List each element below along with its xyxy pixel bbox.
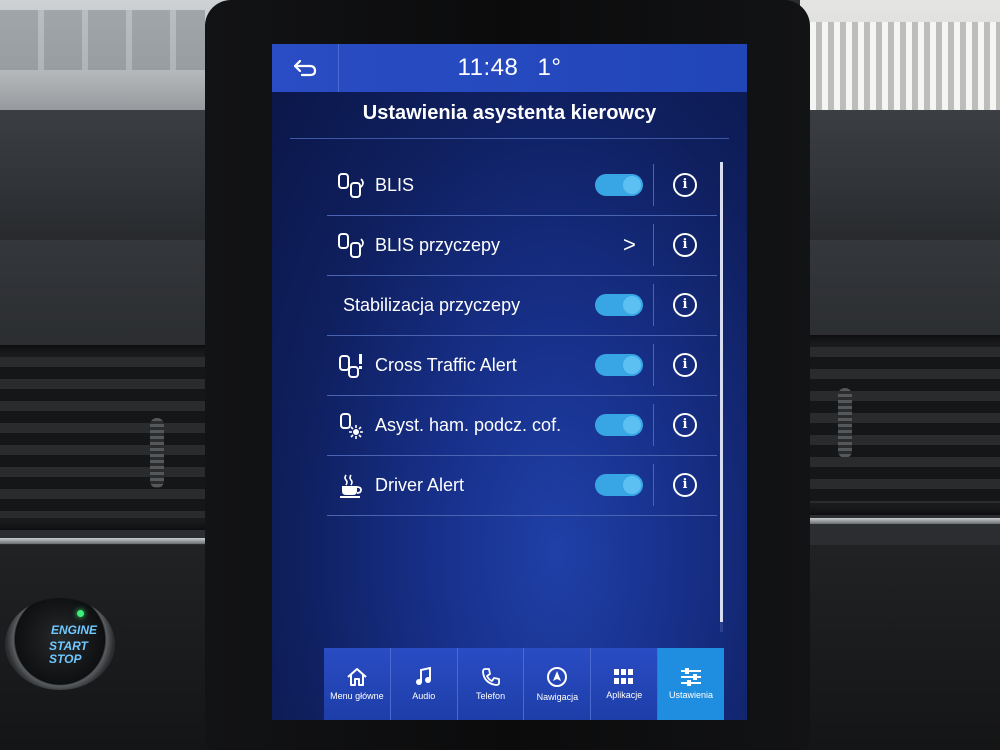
row-divider [653,284,654,326]
window-view-right [800,0,1000,118]
nav-settings[interactable]: Ustawienia [658,648,724,720]
engine-label: ENGINE [51,623,98,637]
stop-label: STOP [49,652,82,666]
chevron-right-icon[interactable]: > [623,232,636,258]
status-bar: 11:48 1° [272,44,747,92]
info-icon[interactable]: i [673,173,697,197]
nav-navigation[interactable]: Nawigacja [524,648,592,720]
air-vent-right [790,335,1000,515]
vent-wheel-right [838,388,852,458]
settings-list: BLIS i BLIS przyczepy > i Stabilizacja p… [327,156,717,516]
row-divider [653,464,654,506]
setting-label: Stabilizacja przyczepy [343,295,521,315]
blis-toggle[interactable] [595,174,643,196]
page-title: Ustawienia asystenta kierowcy [362,102,657,124]
setting-label: Driver Alert [375,475,465,495]
setting-row-trailer-stability[interactable]: Stabilizacja przyczepy i [327,276,717,336]
setting-label: Cross Traffic Alert [375,355,517,375]
cross-traffic-toggle[interactable] [595,354,643,376]
phone-icon [481,668,500,686]
trailer-stability-toggle[interactable] [595,294,643,316]
window-view-left [0,0,230,120]
vent-wheel-left [150,418,164,488]
setting-row-cross-traffic[interactable]: Cross Traffic Alert i [327,336,717,396]
driver-alert-toggle[interactable] [595,474,643,496]
bottom-nav: Menu główne Audio Telefon Nawigacja Apli… [324,648,724,720]
setting-label: Asyst. ham. podcz. cof. [375,415,562,435]
setting-row-blis[interactable]: BLIS i [327,156,717,216]
reverse-brake-toggle[interactable] [595,414,643,436]
info-icon[interactable]: i [673,293,697,317]
info-icon[interactable]: i [673,413,697,437]
nav-label: Audio [412,691,436,701]
apps-grid-icon [614,669,634,684]
coffee-cup-icon [335,471,369,501]
sliders-icon [681,668,702,686]
setting-label: BLIS przyczepy [375,235,501,255]
info-icon[interactable]: i [673,353,697,377]
scrollbar-thumb[interactable] [720,162,723,622]
nav-label: Nawigacja [536,692,579,702]
scrollbar[interactable] [720,162,723,632]
temperature-text: 1° [537,54,562,81]
nav-label: Ustawienia [669,690,714,700]
air-vent-left [0,345,235,530]
reverse-brake-icon [335,411,369,441]
nav-apps[interactable]: Aplikacje [591,648,659,720]
music-note-icon [415,667,431,685]
nav-phone[interactable]: Telefon [458,648,525,720]
time-text: 11:48 [457,54,519,81]
row-divider [653,404,654,446]
setting-row-driver-alert[interactable]: Driver Alert i [327,456,717,516]
cross-traffic-icon [335,351,369,381]
row-divider [653,164,654,206]
setting-row-reverse-brake[interactable]: Asyst. ham. podcz. cof. i [327,396,717,456]
status-clock: 11:48 1° [272,54,747,82]
blind-spot-icon [335,171,369,201]
blind-spot-icon [335,231,369,261]
nav-label: Aplikacje [606,690,643,700]
nav-label: Telefon [476,691,506,701]
info-icon[interactable]: i [673,233,697,257]
infotainment-screen: 11:48 1° Ustawienia asystenta kierowcy B… [272,44,747,720]
nav-home[interactable]: Menu główne [324,648,391,720]
row-divider [653,224,654,266]
row-divider [653,344,654,386]
engine-led-icon [77,610,84,617]
title-divider [290,138,729,139]
nav-label: Menu główne [330,691,384,701]
info-icon[interactable]: i [673,473,697,497]
nav-audio[interactable]: Audio [391,648,458,720]
setting-label: BLIS [375,175,415,195]
home-icon [347,668,367,686]
engine-start-stop-button[interactable]: ENGINE START STOP [5,598,115,690]
setting-row-blis-trailer[interactable]: BLIS przyczepy > i [327,216,717,276]
navigation-icon [547,667,568,687]
